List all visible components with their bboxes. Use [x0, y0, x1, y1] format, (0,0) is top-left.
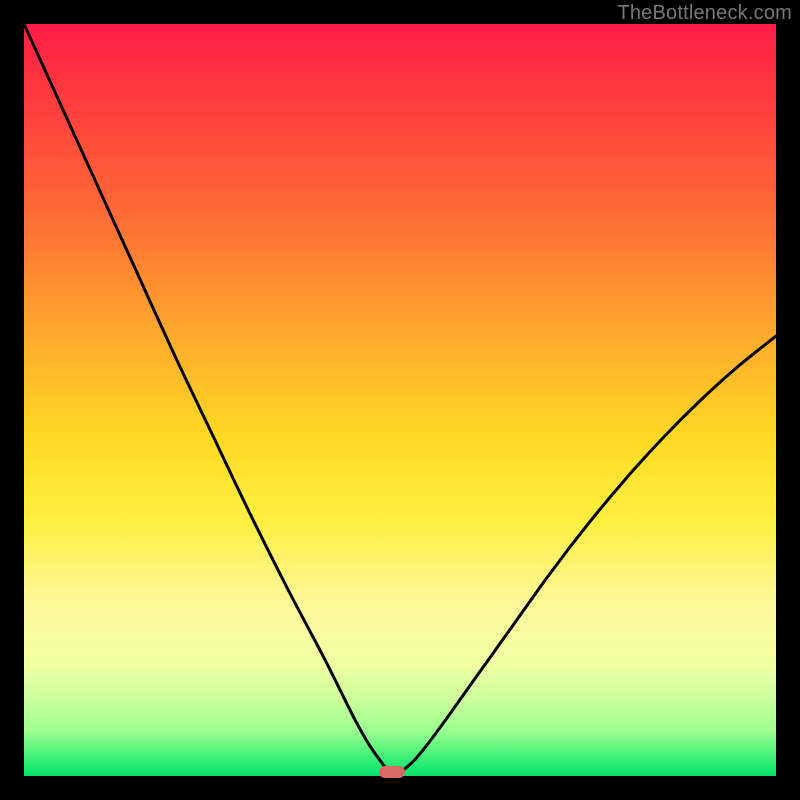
minimum-marker	[379, 766, 405, 778]
watermark-text: TheBottleneck.com	[617, 2, 792, 25]
bottleneck-curve	[24, 24, 776, 776]
curve-path	[24, 24, 776, 776]
plot-area	[24, 24, 776, 776]
chart-frame: TheBottleneck.com	[0, 0, 800, 800]
